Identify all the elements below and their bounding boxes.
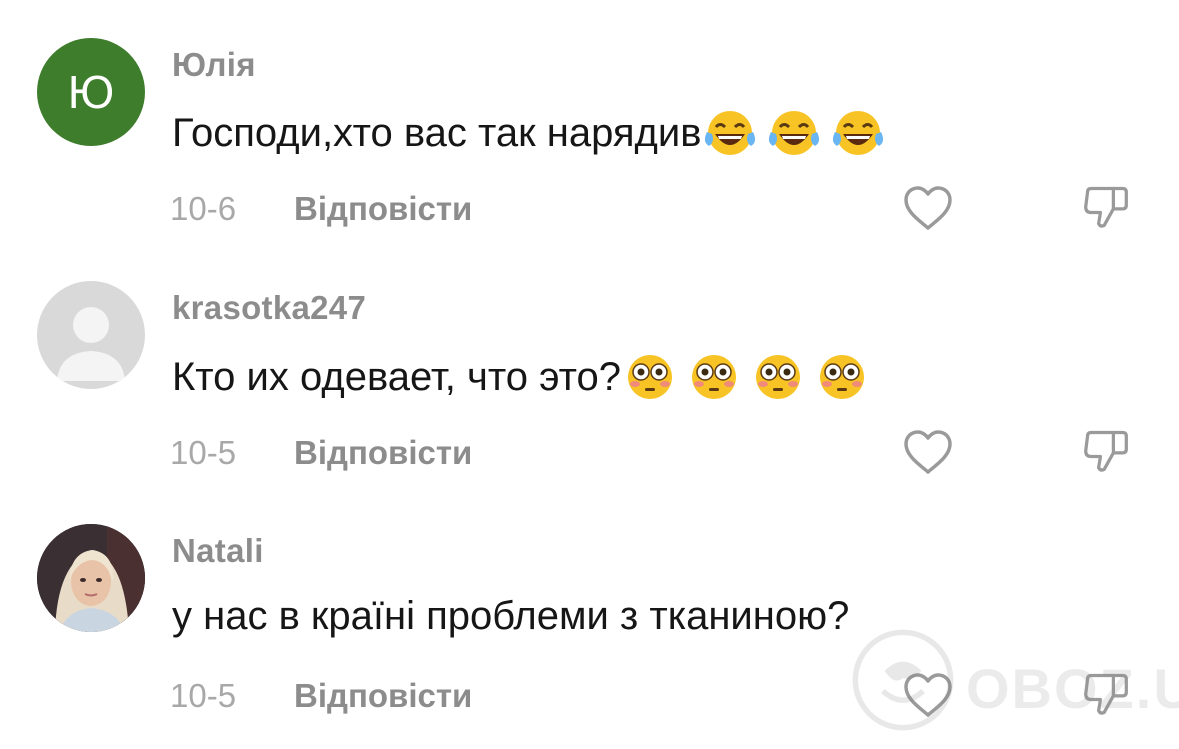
comment-date: 10-5 (170, 434, 237, 471)
comment-date: 10-5 (170, 677, 237, 714)
avatar[interactable]: Ю (37, 38, 145, 146)
heart-icon[interactable] (902, 184, 954, 232)
comment-text: Кто их одевает, что это? (172, 350, 869, 404)
thumbs-down-icon[interactable] (1080, 183, 1132, 231)
flushed-emoji-icon (691, 355, 736, 399)
comment-text: у нас в країні проблеми з тканиною? (172, 594, 849, 639)
thumbs-down-icon[interactable] (1080, 670, 1132, 718)
thumbs-down-icon[interactable] (1080, 427, 1132, 475)
heart-icon[interactable] (902, 428, 954, 476)
comment-text-body: у нас в країні проблеми з тканиною? (172, 594, 850, 638)
reply-button[interactable]: Відповісти (294, 190, 472, 228)
laughing-emoji-icon (833, 111, 884, 155)
comment-date: 10-6 (170, 190, 237, 227)
flushed-emoji-icon (627, 355, 672, 399)
avatar-letter: Ю (67, 66, 115, 118)
default-user-icon (57, 307, 125, 381)
avatar[interactable] (37, 524, 145, 632)
comment-text: Господи,хто вас так нарядив (172, 106, 885, 160)
laughing-emoji-icon (705, 111, 756, 155)
comment-text-body: Господи,хто вас так нарядив (172, 110, 702, 155)
comment-text-body: Кто их одевает, что это? (172, 354, 621, 399)
reply-button[interactable]: Відповісти (294, 434, 472, 472)
flushed-emoji-icon (819, 355, 864, 399)
heart-icon[interactable] (902, 671, 954, 719)
user-photo-icon (37, 524, 145, 632)
flushed-emoji-icon (755, 355, 800, 399)
emoji-group (703, 106, 885, 160)
comment-username[interactable]: Natali (172, 532, 264, 570)
avatar[interactable] (37, 281, 145, 389)
comment-username[interactable]: krasotka247 (172, 289, 366, 327)
emoji-group (623, 350, 869, 404)
laughing-emoji-icon (769, 111, 820, 155)
comment-username[interactable]: Юлія (172, 46, 256, 84)
reply-button[interactable]: Відповісти (294, 677, 472, 715)
watermark-text: OBOZ.UA (966, 657, 1179, 720)
